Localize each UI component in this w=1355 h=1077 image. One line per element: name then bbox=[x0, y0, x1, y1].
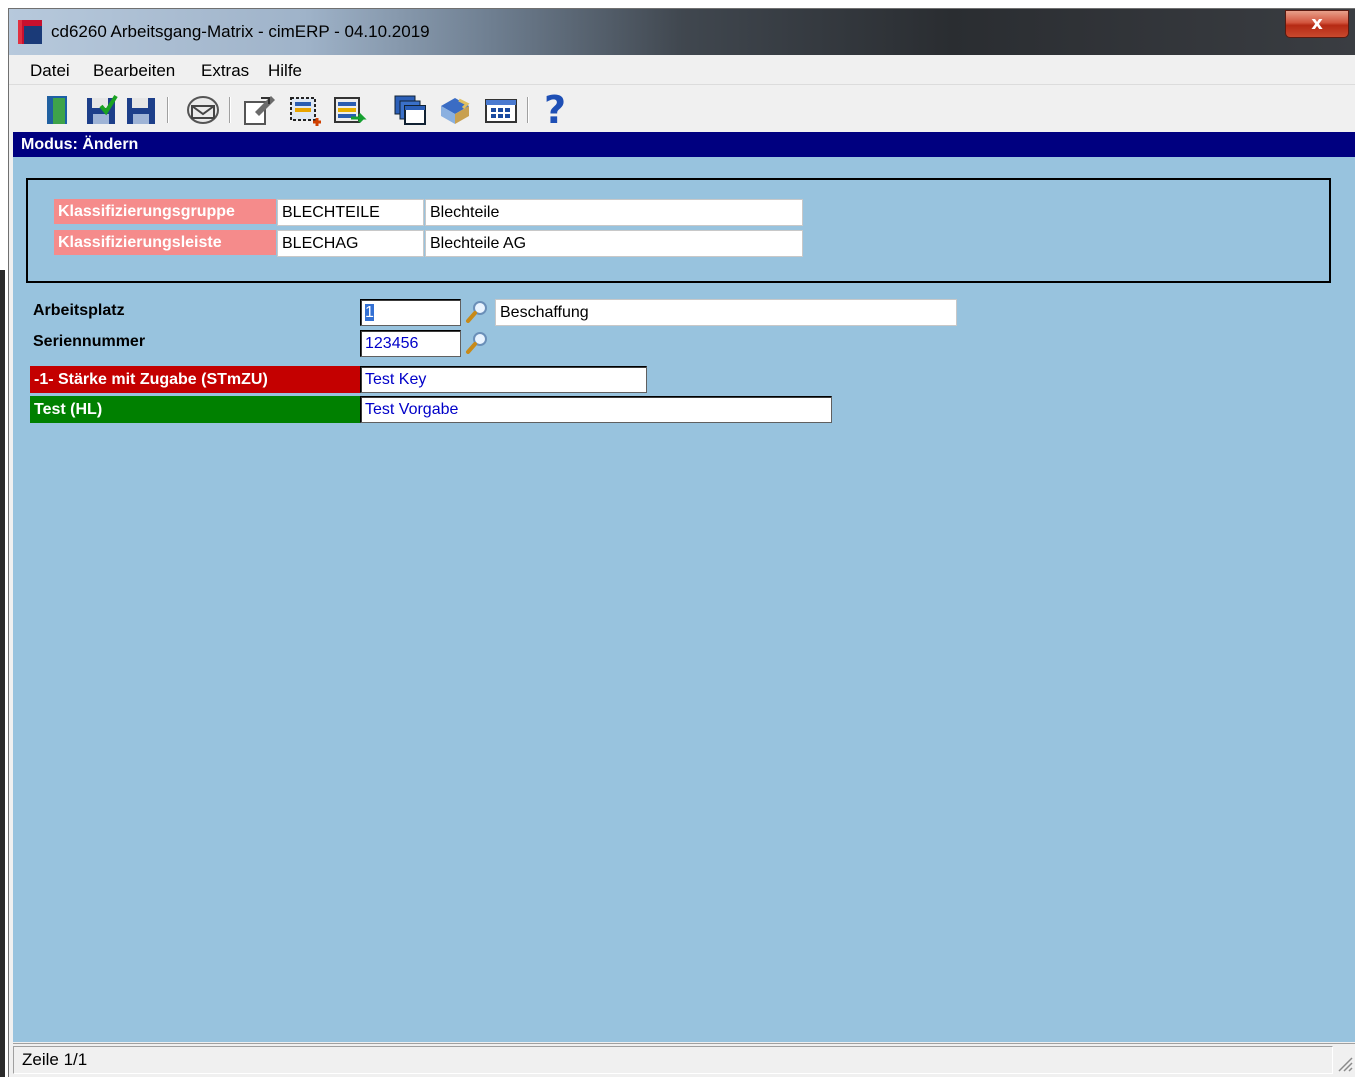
seriennummer-label: Seriennummer bbox=[33, 333, 146, 350]
toolbar-separator bbox=[229, 97, 231, 123]
parameter-input-test[interactable]: Test Vorgabe bbox=[360, 396, 832, 423]
classification-bar-code-field[interactable]: BLECHAG bbox=[277, 230, 424, 257]
menu-extras[interactable]: Extras bbox=[201, 61, 249, 81]
import-list-icon[interactable] bbox=[331, 92, 367, 128]
title-bar[interactable]: cd6260 Arbeitsgang-Matrix - cimERP - 04.… bbox=[9, 9, 1355, 55]
status-row-counter: Zeile 1/1 bbox=[13, 1046, 1333, 1074]
exit-door-icon[interactable] bbox=[39, 92, 75, 128]
classification-group-label: Klassifizierungsgruppe bbox=[54, 199, 276, 224]
edit-properties-icon[interactable] bbox=[241, 92, 277, 128]
book-icon[interactable] bbox=[437, 92, 473, 128]
toolbar-separator bbox=[527, 97, 529, 123]
menu-datei[interactable]: Datei bbox=[30, 61, 70, 81]
arbeitsplatz-input[interactable]: 1 bbox=[360, 299, 461, 326]
toolbar: ? bbox=[9, 85, 1355, 135]
arbeitsplatz-value: 1 bbox=[365, 304, 374, 321]
classification-bar-name-field[interactable]: Blechteile AG bbox=[425, 230, 803, 257]
cimerp-app-icon bbox=[18, 20, 42, 44]
classification-group-name-field[interactable]: Blechteile bbox=[425, 199, 803, 226]
left-window-edge bbox=[0, 270, 5, 1077]
menu-bearbeiten[interactable]: Bearbeiten bbox=[93, 61, 175, 81]
status-bar: Zeile 1/1 bbox=[13, 1043, 1355, 1075]
seriennummer-search-icon[interactable] bbox=[465, 330, 489, 354]
new-record-icon[interactable] bbox=[287, 92, 323, 128]
windows-stack-icon[interactable] bbox=[391, 92, 427, 128]
window-title: cd6260 Arbeitsgang-Matrix - cimERP - 04.… bbox=[51, 22, 430, 41]
save-check-icon[interactable] bbox=[83, 92, 119, 128]
main-content: Klassifizierungsgruppe BLECHTEILE Blecht… bbox=[13, 157, 1355, 1042]
arbeitsplatz-label: Arbeitsplatz bbox=[33, 302, 125, 319]
close-button[interactable]: x bbox=[1285, 10, 1349, 38]
parameter-input-staerke[interactable]: Test Key bbox=[360, 366, 647, 393]
save-icon[interactable] bbox=[123, 92, 159, 128]
seriennummer-input[interactable]: 123456 bbox=[360, 330, 461, 357]
toolbar-separator bbox=[167, 97, 169, 123]
parameter-label-test: Test (HL) bbox=[30, 396, 360, 423]
resize-grip-icon[interactable] bbox=[1335, 1054, 1353, 1072]
classification-group-code-field[interactable]: BLECHTEILE bbox=[277, 199, 424, 226]
application-window: cd6260 Arbeitsgang-Matrix - cimERP - 04.… bbox=[8, 8, 1355, 1077]
menu-hilfe[interactable]: Hilfe bbox=[268, 61, 302, 81]
mail-icon[interactable] bbox=[185, 92, 221, 128]
arbeitsplatz-search-icon[interactable] bbox=[465, 299, 489, 323]
arbeitsplatz-description-field[interactable]: Beschaffung bbox=[495, 299, 957, 326]
mode-bar: Modus: Ändern bbox=[13, 132, 1355, 157]
calculator-grid-icon[interactable] bbox=[483, 92, 519, 128]
help-icon[interactable]: ? bbox=[537, 91, 573, 129]
classification-bar-label: Klassifizierungsleiste bbox=[54, 230, 276, 255]
parameter-label-staerke: -1- Stärke mit Zugabe (STmZU) bbox=[30, 366, 360, 393]
menu-bar: Datei Bearbeiten Extras Hilfe bbox=[9, 57, 1355, 85]
